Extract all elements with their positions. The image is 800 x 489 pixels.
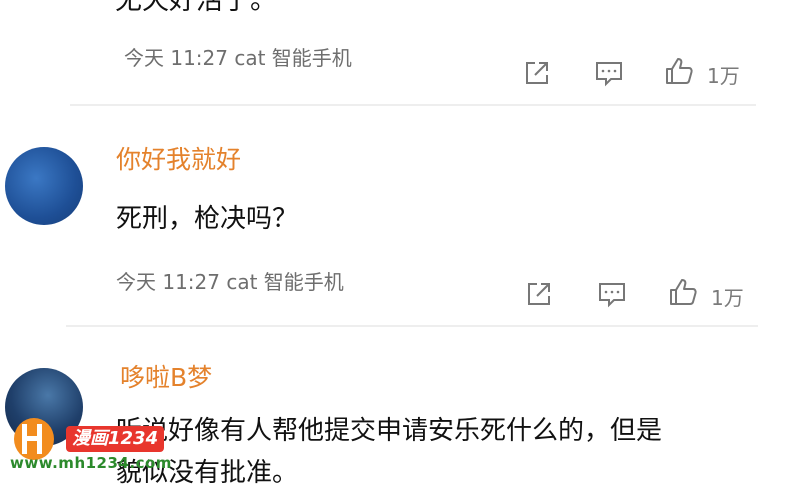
watermark-badge: 漫画1234 bbox=[66, 426, 165, 452]
comment-icon[interactable] bbox=[594, 58, 624, 88]
comment-meta: 今天 11:27 cat 智能手机 bbox=[124, 46, 352, 70]
comment-text: 死刑，枪决吗？ bbox=[116, 204, 299, 234]
watermark: 漫画1234 www.mh1234.com bbox=[8, 416, 208, 474]
share-icon[interactable] bbox=[522, 58, 552, 88]
watermark-url: www.mh1234.com bbox=[10, 454, 172, 472]
avatar[interactable] bbox=[5, 147, 83, 225]
comment-meta: 今天 11:27 cat 智能手机 bbox=[116, 270, 344, 294]
comment-icon[interactable] bbox=[597, 279, 627, 309]
like-count: 1万 bbox=[711, 286, 744, 310]
divider bbox=[70, 104, 756, 106]
thumbs-up-icon[interactable] bbox=[668, 277, 698, 307]
like-count: 1万 bbox=[707, 64, 740, 88]
username[interactable]: 哆啦B梦 bbox=[120, 358, 212, 394]
comment-text: 无天好活了。 bbox=[115, 0, 277, 16]
share-icon[interactable] bbox=[524, 279, 554, 309]
thumbs-up-icon[interactable] bbox=[664, 56, 694, 86]
username[interactable]: 你好我就好 bbox=[116, 140, 241, 176]
divider bbox=[66, 325, 758, 327]
